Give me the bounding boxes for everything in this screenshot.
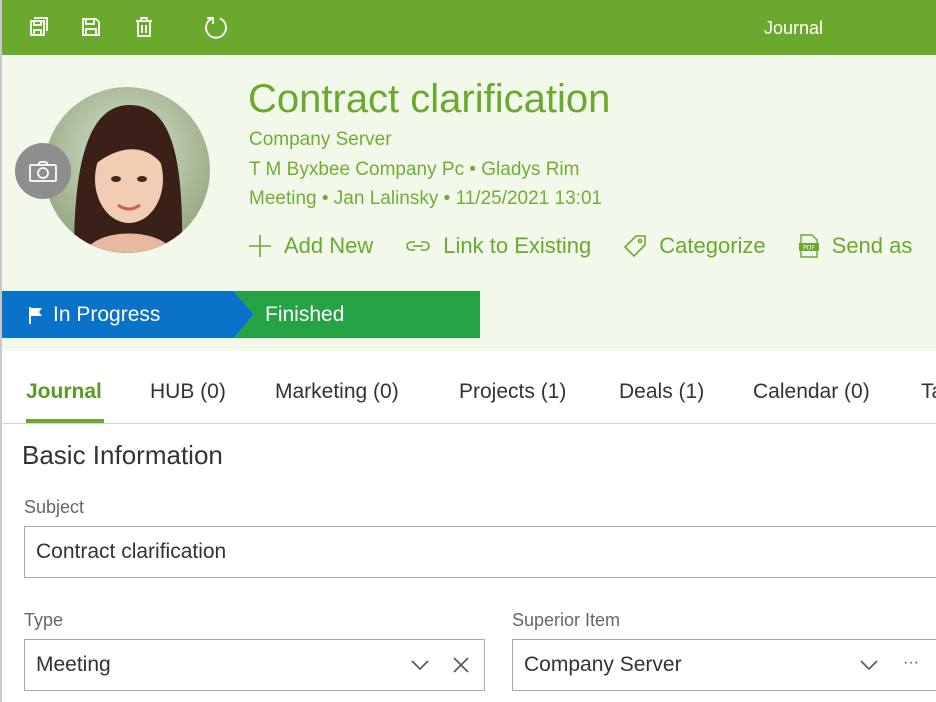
- record-subtitle-details: Meeting • Jan Lalinsky • 11/25/2021 13:0…: [249, 188, 603, 209]
- status-finished[interactable]: Finished: [234, 291, 480, 338]
- add-new-button[interactable]: Add New: [248, 233, 373, 259]
- record-title: Contract clarification: [248, 77, 611, 121]
- tab-hub[interactable]: HUB (0): [150, 380, 226, 404]
- tab-deals[interactable]: Deals (1): [619, 380, 704, 404]
- subject-value: Contract clarification: [36, 540, 227, 563]
- superior-chevron-down-icon[interactable]: [858, 654, 880, 676]
- tab-calendar[interactable]: Calendar (0): [753, 380, 870, 404]
- tab-bar: Journal HUB (0) Marketing (0) Projects (…: [2, 351, 936, 424]
- type-label: Type: [24, 610, 64, 630]
- camera-icon[interactable]: [15, 143, 71, 199]
- superior-item-field[interactable]: Company Server ···: [512, 639, 936, 691]
- record-subtitle-contacts[interactable]: T M Byxbee Company Pc • Gladys Rim: [249, 159, 579, 181]
- plus-icon: [249, 235, 271, 257]
- top-toolbar: Journal: [2, 0, 936, 55]
- superior-item-value: Company Server: [524, 653, 682, 676]
- save-icon[interactable]: [76, 12, 106, 42]
- record-subtitle-company[interactable]: Company Server: [249, 129, 392, 151]
- pdf-icon: PDF: [798, 234, 819, 258]
- header-actions: Add New Link to Existing Categorize PDF …: [248, 231, 936, 261]
- chevron-down-icon[interactable]: [409, 654, 431, 676]
- tab-tasks-truncated[interactable]: Ta: [921, 380, 936, 404]
- window-title: Journal: [764, 18, 824, 38]
- active-tab-indicator: [26, 419, 104, 423]
- record-header: Contract clarification Company Server T …: [2, 55, 936, 351]
- link-to-existing-button[interactable]: Link to Existing: [405, 233, 591, 259]
- tab-journal[interactable]: Journal: [26, 380, 102, 404]
- link-icon: [406, 241, 431, 251]
- status-in-progress[interactable]: In Progress: [2, 291, 254, 338]
- save-and-close-icon[interactable]: [24, 12, 54, 42]
- subject-field[interactable]: Contract clarification: [24, 526, 936, 578]
- tag-icon: [624, 235, 647, 258]
- superior-item-label: Superior Item: [512, 610, 621, 630]
- send-as-pdf-button[interactable]: PDF Send as: [798, 233, 912, 259]
- delete-icon[interactable]: [129, 12, 159, 42]
- type-field[interactable]: Meeting: [24, 639, 485, 691]
- section-title-basic-information: Basic Information: [22, 440, 223, 470]
- refresh-icon[interactable]: [201, 12, 231, 42]
- flag-icon: [29, 307, 42, 324]
- svg-text:PDF: PDF: [803, 245, 815, 252]
- tab-marketing[interactable]: Marketing (0): [275, 380, 399, 404]
- categorize-button[interactable]: Categorize: [623, 233, 766, 259]
- more-options-icon[interactable]: ···: [900, 652, 922, 674]
- tab-projects[interactable]: Projects (1): [459, 380, 566, 404]
- clear-icon[interactable]: [450, 654, 472, 676]
- type-value: Meeting: [36, 653, 111, 676]
- subject-label: Subject: [24, 497, 85, 517]
